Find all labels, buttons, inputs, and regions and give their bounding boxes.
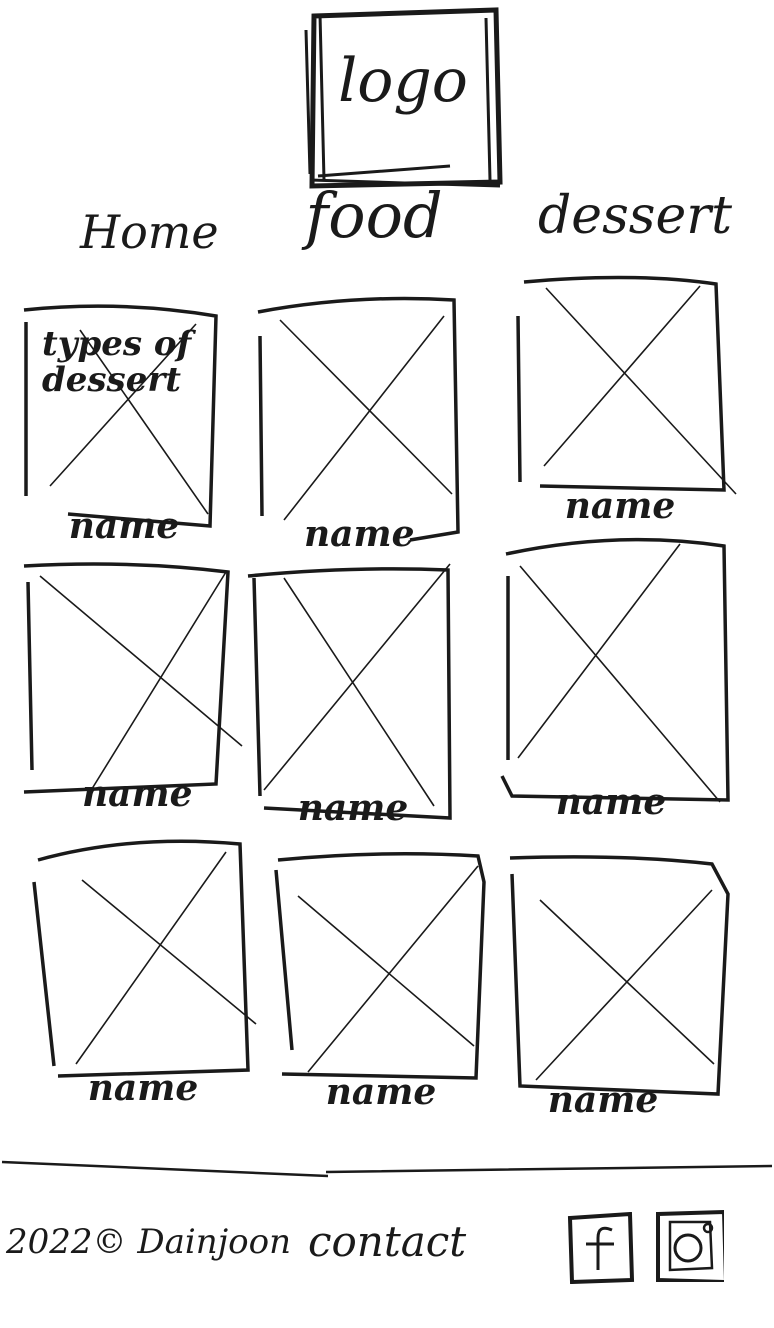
image-placeholder-icon [32,839,257,1078]
dessert-tile-6[interactable]: name [498,536,738,822]
contact-link[interactable]: contact [308,1218,466,1266]
tile-name: name [304,513,415,555]
tile-name: name [82,773,193,815]
image-placeholder-icon [500,537,730,803]
tile-name: name [547,1079,659,1121]
dessert-tile-4[interactable]: name [20,562,243,814]
dessert-tile-7[interactable]: name [32,838,257,1108]
dessert-tile-5[interactable]: name [244,563,454,828]
tile-name: name [325,1071,437,1113]
image-placeholder-icon [257,296,460,542]
tile-name: name [564,485,676,527]
image-placeholder-icon [23,562,243,794]
facebook-link[interactable] [566,1212,636,1284]
footer-divider [1,1160,773,1178]
image-placeholder-icon [509,855,730,1096]
image-placeholder-icon [247,563,452,820]
logo-text: logo [338,46,468,116]
logo[interactable]: logo [300,4,506,189]
tile-name: name [297,787,409,829]
nav-food[interactable]: food [294,185,454,247]
tile-name: name [68,505,180,547]
nav-dessert[interactable]: dessert [538,186,732,246]
dessert-tile-1[interactable]: types of dessert name [20,302,220,546]
dessert-tile-2[interactable]: name [254,296,462,554]
tile-name: name [555,781,667,823]
tile-name: name [87,1067,199,1109]
copyright-text: 2022© Dainjoon [6,1222,292,1262]
instagram-link[interactable] [654,1210,724,1282]
facebook-icon [567,1212,635,1284]
tile-caption: types of dessert [42,324,192,400]
dessert-tile-9[interactable]: name [506,854,734,1120]
nav-home[interactable]: Home [80,202,219,262]
instagram-icon [656,1210,724,1282]
dessert-tile-3[interactable]: name [514,275,737,526]
image-placeholder-icon [516,275,737,495]
dessert-tile-8[interactable]: name [272,852,486,1112]
image-placeholder-icon [274,852,486,1080]
